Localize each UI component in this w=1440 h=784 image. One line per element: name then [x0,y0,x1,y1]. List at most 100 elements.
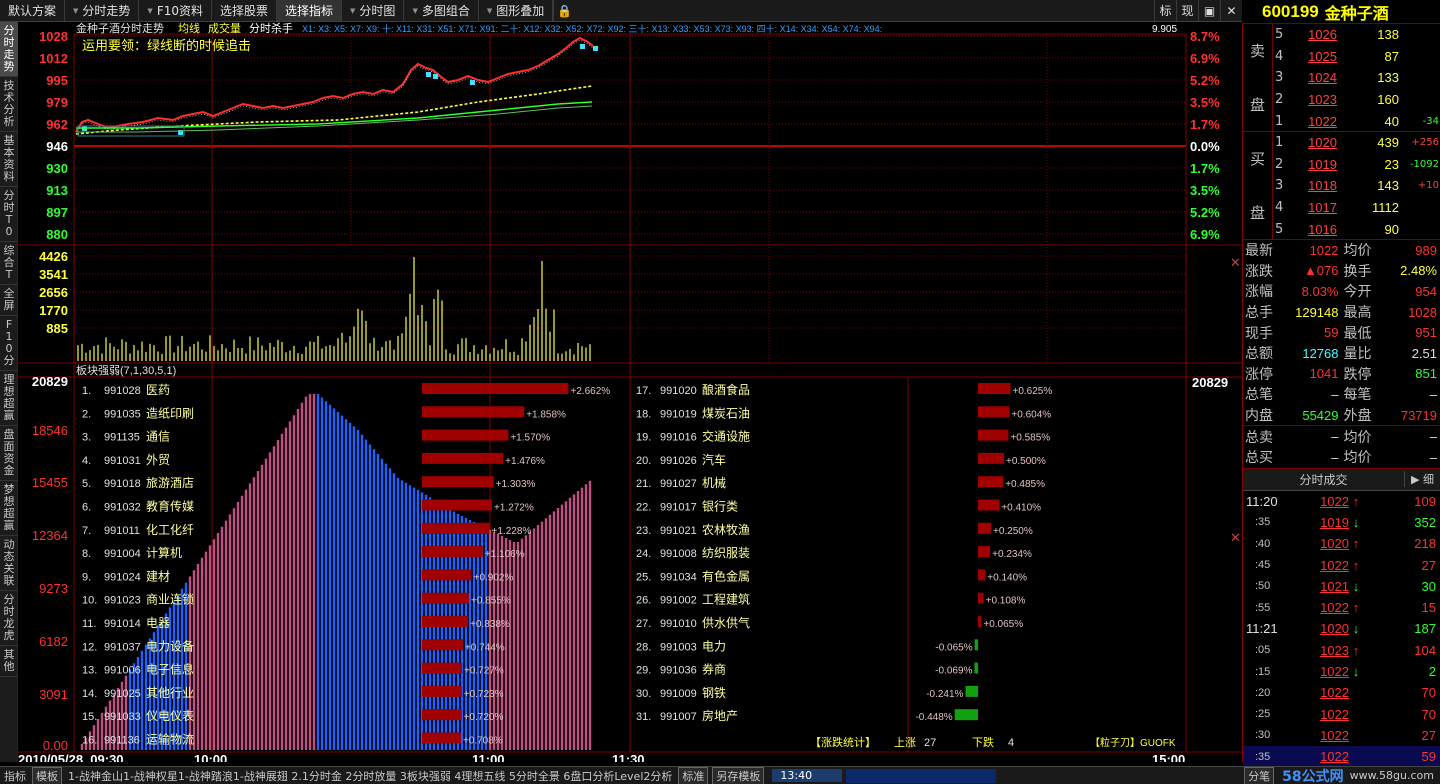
toolbar-overlay[interactable]: 图形叠加 [479,0,554,21]
sector-name: 纺织服装 [702,546,750,560]
left-tab-0[interactable]: 分时走势 [0,22,18,77]
tick-row[interactable]: :25 1022 70 [1243,704,1440,725]
toolbar-select-indicator[interactable]: 选择指标 [277,0,343,21]
ma-legend: X1: X3: X5: X7: X9: 十: X11: X31: X51: X7… [302,23,882,34]
price-tick-label: 930 [46,161,68,176]
price-tick-label: 979 [46,95,68,110]
status-template-list[interactable]: 1-战神金山1-战神权星1-战神踏浪1-战神展翅 2.1分时金 2分时放量 3板… [64,768,676,784]
toolbar-intraday[interactable]: 分时走势 [65,0,140,21]
sector-bar [422,522,490,534]
sector-bar [978,522,991,534]
status-time: 13:40 [772,769,843,782]
tick-row[interactable]: :55 1022 ↑ 15 [1243,597,1440,618]
left-tab-1[interactable]: 技术分析 [0,77,18,132]
down-arrow-icon: ↓ [1352,664,1360,680]
tick-row[interactable]: :30 1022 27 [1243,725,1440,746]
tick-row[interactable]: :35 1022 59 [1243,746,1440,768]
status-indicator-label[interactable]: 指标 [0,768,30,784]
close-pane-icon: ✕ [1230,255,1241,270]
sector-name: 电器 [146,616,170,630]
left-tab-12[interactable]: 其他 [0,646,18,677]
sector-code: 991002 [660,595,697,607]
sector-code: 991017 [660,502,697,514]
sector-bar [978,452,1004,464]
sector-rank: 4. [82,455,91,467]
strategy-note: 运用要领：绿线断的时候追击 [82,38,251,53]
volume-tick-label: 3541 [39,267,68,282]
sector-bar [422,476,494,488]
sector-name: 电力 [702,639,726,653]
tick-row[interactable]: :50 1021 ↓ 30 [1243,576,1440,597]
sector-code: 991135 [104,432,140,444]
sector-pct: +1.858% [526,409,566,420]
left-tab-3[interactable]: 分时T0 [0,187,18,242]
tick-row[interactable]: :40 1020 ↑ 218 [1243,533,1440,554]
left-tab-11[interactable]: 分时龙虎 [0,591,18,646]
stock-header: 600199 金种子酒 [1242,0,1440,24]
tick-row[interactable]: :15 1022 ↓ 2 [1243,661,1440,682]
sector-pct: +0.500% [1006,456,1046,467]
lock-icon[interactable]: 🔒 [553,0,575,21]
sector-name: 通信 [146,430,170,444]
left-tab-4[interactable]: 综合T [0,242,18,285]
sector-bar [978,546,991,558]
sector-bar [422,592,470,604]
tick-row[interactable]: :35 1019 ↓ 352 [1243,512,1440,533]
restore-window-icon[interactable]: ▣ [1198,0,1220,21]
sector-pct: +0.708% [463,736,503,747]
brand-url: www.58gu.com [1349,769,1434,782]
price-tick-label: 897 [46,205,68,220]
sector-bar [422,383,569,394]
ask-book: 卖 盘 5 1026 138 4 1025 87 3 1024 133 2 1023 160 1 1022… [1243,24,1440,132]
close-window-icon[interactable]: ✕ [1220,0,1242,21]
up-arrow-icon: ↑ [1352,493,1360,509]
bids-volume: 143 [1377,178,1399,194]
avg-line [75,85,593,135]
tick-row[interactable]: :20 1022 70 [1243,682,1440,703]
tick-row[interactable]: 11:21 1020 ↓ 187 [1243,618,1440,639]
ticks-title[interactable]: 分时成交 [1243,471,1404,488]
left-tab-10[interactable]: 动态关联 [0,536,18,591]
quote-cell: 量比 2.51 [1343,345,1438,363]
up-arrow-icon: ↑ [1352,600,1360,616]
main-chart-area[interactable]: 1028 8.7% 1012 6.9% 995 5.2% 979 3.5% 962 1.7% 946… [18,21,1242,767]
bids-volume: 439 [1377,135,1399,151]
sector-rank: 23. [636,525,651,537]
ticks-detail-button[interactable]: ▶ 细 [1404,471,1440,488]
left-tab-9[interactable]: 梦想超赢 [0,481,18,536]
sector-scale-label: 3091 [39,687,68,702]
left-tab-5[interactable]: 全屏 [0,285,18,316]
status-standard[interactable]: 标准 [678,767,709,784]
sector-name: 农林牧渔 [702,523,750,537]
sector-code: 991035 [104,408,141,420]
status-scroll[interactable] [846,768,997,783]
sector-pct: -0.065% [935,642,972,653]
sector-pct: +0.410% [1001,503,1041,514]
left-tab-2[interactable]: 基本资料 [0,132,18,187]
sector-bar [422,732,461,744]
toolbar-default-scheme[interactable]: 默认方案 [0,0,66,21]
status-mode[interactable]: 模板 [32,767,62,784]
pct-tick-label: 6.9% [1190,51,1220,66]
sector-pct: +1.106% [485,549,525,560]
current-button[interactable]: 现 [1176,0,1198,21]
indicator-label: 分时杀手 [249,22,293,35]
status-split-button[interactable]: 分笔 [1244,767,1275,784]
time-tick-label: 11:00 [472,752,505,762]
toolbar-intraday-chart[interactable]: 分时图 [342,0,405,21]
tick-row[interactable]: :45 1022 ↑ 27 [1243,554,1440,575]
toolbar-f10[interactable]: F10资料 [139,0,212,21]
left-tab-7[interactable]: 理想超赢 [0,371,18,426]
chart-canvas[interactable]: 1028 8.7% 1012 6.9% 995 5.2% 979 3.5% 962 1.7% 946… [18,21,1242,767]
toolbar-multi-chart[interactable]: 多图组合 [404,0,479,21]
left-tab-8[interactable]: 盘面资金 [0,426,18,481]
left-tab-6[interactable]: F10分 [0,316,18,371]
sector-pct: +0.902% [474,572,514,583]
mark-button[interactable]: 标 [1154,0,1176,21]
tick-row[interactable]: 11:20 1022 ↑ 109 [1243,491,1440,512]
toolbar-select-stock[interactable]: 选择股票 [212,0,278,21]
status-save-template[interactable]: 另存模板 [712,767,765,784]
ticks-list[interactable]: 11:20 1022 ↑ 109:35 1019 ↓ 352:40 1020 ↑ 218:45 10… [1243,491,1440,768]
brand-label: 【粒子刀】GUOFK [1090,736,1176,749]
tick-row[interactable]: :05 1023 ↑ 104 [1243,640,1440,661]
